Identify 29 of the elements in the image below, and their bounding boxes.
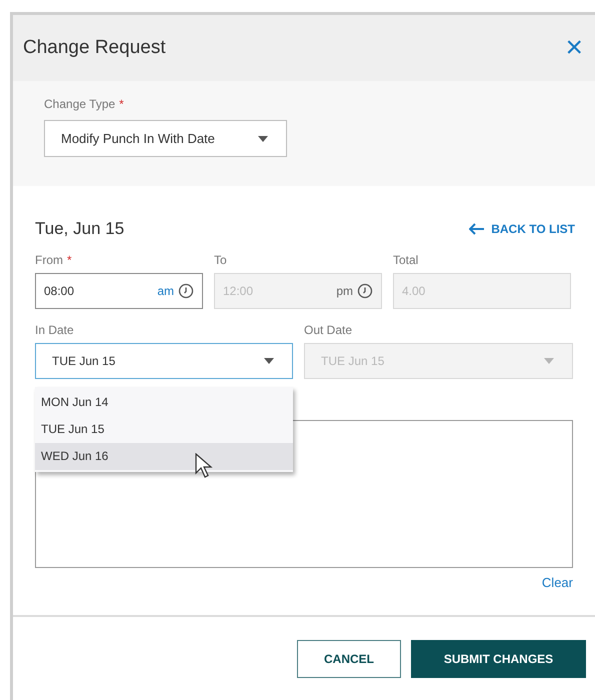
close-button[interactable]: × bbox=[565, 33, 583, 63]
change-type-dropdown[interactable]: Modify Punch In With Date bbox=[44, 120, 287, 157]
field-label: Total bbox=[393, 252, 418, 268]
time-field: 4.00 bbox=[393, 272, 571, 308]
field-label: Change Type bbox=[44, 96, 116, 113]
field-label: From bbox=[35, 252, 63, 268]
field-label: Out Date bbox=[304, 322, 354, 338]
date-heading: Tue, Jun 15 bbox=[35, 218, 124, 240]
menu-item[interactable]: WED Jun 16 bbox=[35, 442, 293, 470]
caret-icon bbox=[264, 358, 274, 364]
time-field: 12:00 pm bbox=[214, 272, 382, 308]
date-dropdown: TUE Jun 15 bbox=[304, 342, 573, 378]
caret-icon bbox=[544, 358, 554, 364]
date-dropdown[interactable]: TUE Jun 15 bbox=[35, 342, 293, 378]
arrow-left-icon bbox=[469, 222, 486, 235]
time-field[interactable]: 08:00 am bbox=[35, 272, 203, 308]
field-label: To bbox=[214, 252, 227, 268]
menu-item[interactable]: TUE Jun 15 bbox=[35, 416, 293, 442]
submit-button[interactable]: SUBMIT CHANGES bbox=[411, 640, 586, 678]
clear-link[interactable]: Clear bbox=[542, 572, 573, 592]
clock-icon[interactable] bbox=[178, 282, 194, 298]
required-mark: * bbox=[67, 252, 72, 268]
menu-item[interactable]: MON Jun 14 bbox=[35, 388, 293, 416]
caret-icon bbox=[258, 136, 268, 142]
cancel-button[interactable]: CANCEL bbox=[297, 640, 401, 678]
back-to-list-link[interactable]: BACK TO LIST bbox=[469, 220, 575, 238]
dialog-title: Change Request bbox=[23, 36, 166, 60]
required-mark: * bbox=[119, 96, 124, 113]
field-label: In Date bbox=[35, 322, 75, 338]
